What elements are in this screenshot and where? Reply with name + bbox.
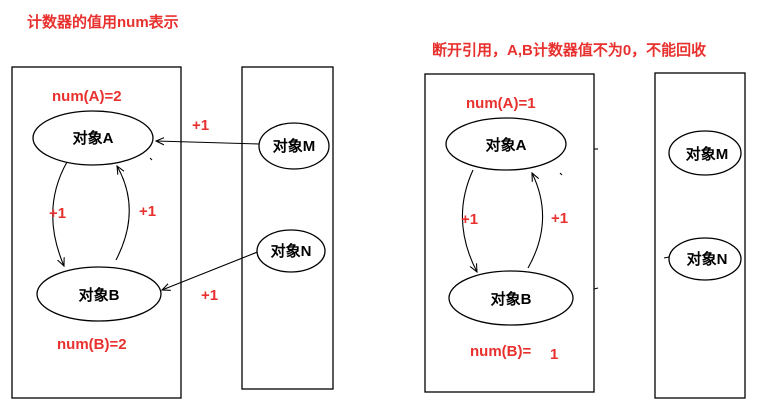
right-object-m-label: 对象M (686, 145, 729, 163)
left-count-a: num(A)=2 (52, 88, 122, 105)
left-object-a-label: 对象A (73, 129, 114, 147)
reference-counting-diagram: 计数器的值用num表示 num(A)=2 num(B)=2 对象A 对象B 对象… (11, 13, 746, 399)
left-stray-mark (149, 157, 153, 161)
left-panel: 计数器的值用num表示 num(A)=2 num(B)=2 对象A 对象B 对象… (11, 13, 334, 399)
left-object-m-label: 对象M (273, 137, 316, 155)
right-object-a-label: 对象A (486, 136, 527, 154)
right-broken-ref-n-stack (663, 256, 670, 259)
left-object-b-label: 对象B (79, 286, 120, 304)
left-ref-m-to-a: +1 (192, 117, 209, 134)
right-stack-box (654, 72, 746, 399)
left-heading: 计数器的值用num表示 (27, 13, 179, 31)
right-object-b-label: 对象B (491, 290, 532, 308)
right-count-b-value: 1 (550, 346, 558, 363)
left-ref-b-to-a: +1 (139, 203, 156, 220)
right-object-n-label: 对象N (687, 250, 728, 268)
left-object-n-label: 对象N (271, 242, 312, 260)
left-arrow-m-to-a (156, 141, 260, 144)
left-arrow-b-to-a (115, 166, 130, 261)
right-ref-a-to-b: +1 (461, 211, 478, 228)
right-heading: 断开引用，A,B计数器值不为0，不能回收 (432, 41, 706, 59)
right-arrow-b-to-a (527, 173, 544, 269)
right-ref-b-to-a: +1 (551, 210, 568, 227)
left-arrow-n-to-b (162, 250, 261, 290)
right-panel: 断开引用，A,B计数器值不为0，不能回收 num(A)=1 num(B)= 1 … (424, 41, 746, 399)
left-ref-n-to-b: +1 (201, 287, 218, 304)
right-stray-mark (559, 172, 563, 176)
left-stack-box (241, 66, 334, 390)
right-count-b-label: num(B)= (470, 343, 531, 360)
right-count-a: num(A)=1 (466, 95, 536, 112)
left-ref-a-to-b: +1 (49, 205, 66, 222)
left-count-b: num(B)=2 (57, 336, 127, 353)
